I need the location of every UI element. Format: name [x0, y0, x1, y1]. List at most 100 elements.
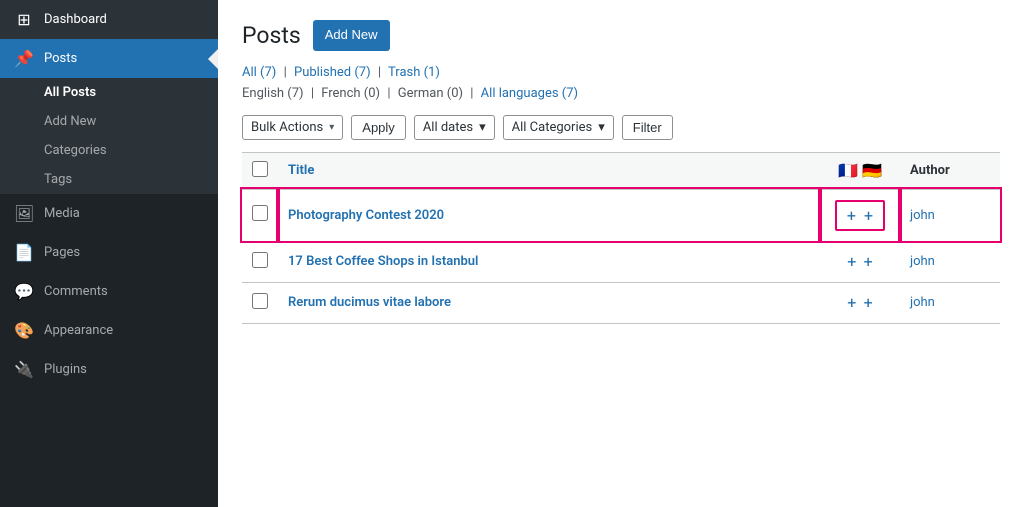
main-content: Posts Add New All (7) | Published (7) | … [218, 0, 1024, 507]
row-checkbox-cell [242, 241, 278, 282]
sep: | [284, 65, 287, 80]
table-row: Rerum ducimus vitae labore + + john [242, 282, 1000, 323]
english-lang: English (7) [242, 86, 304, 101]
select-all-header [242, 152, 278, 189]
plugins-icon: 🔌 [14, 360, 34, 379]
table-row: Photography Contest 2020 + + john [242, 189, 1000, 241]
posts-submenu: All Posts Add New Categories Tags [0, 78, 218, 194]
row-checkbox-cell [242, 189, 278, 241]
row-title-cell: Rerum ducimus vitae labore [278, 282, 820, 323]
post-title-link[interactable]: Rerum ducimus vitae labore [288, 295, 451, 310]
chevron-down-icon: ▾ [479, 120, 486, 135]
add-french-translation-button[interactable]: + [847, 206, 856, 225]
comments-icon: 💬 [14, 282, 34, 301]
lang-highlight-box: + + [835, 200, 885, 231]
page-header: Posts Add New [242, 20, 1000, 51]
sidebar-item-label: Comments [44, 284, 108, 299]
row-author-cell: john [900, 241, 1000, 282]
author-column-header: Author [900, 152, 1000, 189]
submenu-item-tags[interactable]: Tags [0, 165, 218, 194]
row-title-cell: Photography Contest 2020 [278, 189, 820, 241]
row-checkbox[interactable] [252, 293, 268, 309]
sep: | [378, 65, 381, 80]
posts-table: Title 🇫🇷 🇩🇪 Author Photog [242, 152, 1000, 324]
author-link[interactable]: john [910, 254, 935, 269]
title-column-header: Title [278, 152, 820, 189]
author-link[interactable]: john [910, 208, 935, 223]
row-checkbox-cell [242, 282, 278, 323]
submenu-label: Categories [44, 143, 107, 158]
active-indicator [208, 49, 218, 69]
toolbar: Bulk Actions ▾ Apply All dates ▾ All Cat… [242, 115, 1000, 140]
sidebar-item-posts[interactable]: 📌 Posts [0, 39, 218, 78]
category-filter-dropdown[interactable]: All Categories ▾ [503, 115, 614, 140]
pin-icon: 📌 [14, 49, 34, 68]
chevron-down-icon: ▾ [329, 122, 334, 133]
page-title: Posts [242, 22, 301, 50]
submenu-label: All Posts [44, 85, 96, 100]
add-german-translation-button[interactable]: + [864, 206, 873, 225]
published-filter-link[interactable]: Published (7) [294, 65, 371, 80]
all-languages-link[interactable]: All languages (7) [481, 86, 578, 101]
add-french-translation-button[interactable]: + [847, 293, 856, 312]
trash-filter-link[interactable]: Trash (1) [388, 65, 440, 80]
select-all-checkbox[interactable] [252, 161, 268, 177]
sep: | [387, 86, 393, 101]
lang-flags-header: 🇫🇷 🇩🇪 [820, 152, 900, 189]
table-row: 17 Best Coffee Shops in Istanbul + + joh… [242, 241, 1000, 282]
author-link[interactable]: john [910, 295, 935, 310]
sidebar-item-label: Dashboard [44, 12, 107, 27]
post-title-link[interactable]: Photography Contest 2020 [288, 208, 444, 223]
date-label: All dates [423, 120, 473, 135]
title-sort-link[interactable]: Title [288, 163, 314, 178]
row-author-cell: john [900, 189, 1000, 241]
appearance-icon: 🎨 [14, 321, 34, 340]
sidebar-item-label: Appearance [44, 323, 113, 338]
row-lang-cell: + + [820, 241, 900, 282]
submenu-item-categories[interactable]: Categories [0, 136, 218, 165]
french-lang: French (0) [321, 86, 380, 101]
submenu-item-all-posts[interactable]: All Posts [0, 78, 218, 107]
sidebar-item-label: Pages [44, 245, 80, 260]
apply-button[interactable]: Apply [351, 115, 406, 140]
add-german-translation-button[interactable]: + [864, 252, 873, 271]
language-links: English (7) | French (0) | German (0) | … [242, 86, 1000, 101]
sidebar-item-label: Media [44, 206, 80, 221]
submenu-label: Tags [44, 172, 72, 187]
german-lang: German (0) [398, 86, 463, 101]
add-new-button[interactable]: Add New [313, 20, 390, 51]
sidebar-item-comments[interactable]: 💬 Comments [0, 272, 218, 311]
row-checkbox[interactable] [252, 252, 268, 268]
sidebar-item-pages[interactable]: 📄 Pages [0, 233, 218, 272]
add-german-translation-button[interactable]: + [864, 293, 873, 312]
pages-icon: 📄 [14, 243, 34, 262]
sidebar-item-media[interactable]: 🖼 Media [0, 194, 218, 233]
bulk-actions-label: Bulk Actions [251, 120, 323, 135]
all-filter-link[interactable]: All (7) [242, 65, 276, 80]
chevron-down-icon: ▾ [598, 120, 605, 135]
media-icon: 🖼 [14, 204, 34, 223]
sidebar-item-plugins[interactable]: 🔌 Plugins [0, 350, 218, 389]
category-label: All Categories [512, 120, 593, 135]
bulk-actions-dropdown[interactable]: Bulk Actions ▾ [242, 115, 343, 140]
row-checkbox[interactable] [252, 205, 268, 221]
submenu-item-add-new[interactable]: Add New [0, 107, 218, 136]
sidebar-item-label: Plugins [44, 362, 87, 377]
sep: | [470, 86, 476, 101]
filter-links: All (7) | Published (7) | Trash (1) [242, 65, 1000, 80]
post-title-link[interactable]: 17 Best Coffee Shops in Istanbul [288, 254, 478, 269]
row-lang-cell: + + [820, 189, 900, 241]
sidebar: ⊞ Dashboard 📌 Posts All Posts Add New Ca… [0, 0, 218, 507]
german-flag: 🇩🇪 [862, 161, 882, 180]
sidebar-item-label: Posts [44, 51, 77, 66]
sidebar-item-appearance[interactable]: 🎨 Appearance [0, 311, 218, 350]
row-lang-cell: + + [820, 282, 900, 323]
sidebar-item-dashboard[interactable]: ⊞ Dashboard [0, 0, 218, 39]
add-french-translation-button[interactable]: + [847, 252, 856, 271]
row-author-cell: john [900, 282, 1000, 323]
sep: | [311, 86, 317, 101]
date-filter-dropdown[interactable]: All dates ▾ [414, 115, 495, 140]
filter-button[interactable]: Filter [622, 115, 673, 140]
dashboard-icon: ⊞ [14, 10, 34, 29]
submenu-label: Add New [44, 114, 96, 129]
